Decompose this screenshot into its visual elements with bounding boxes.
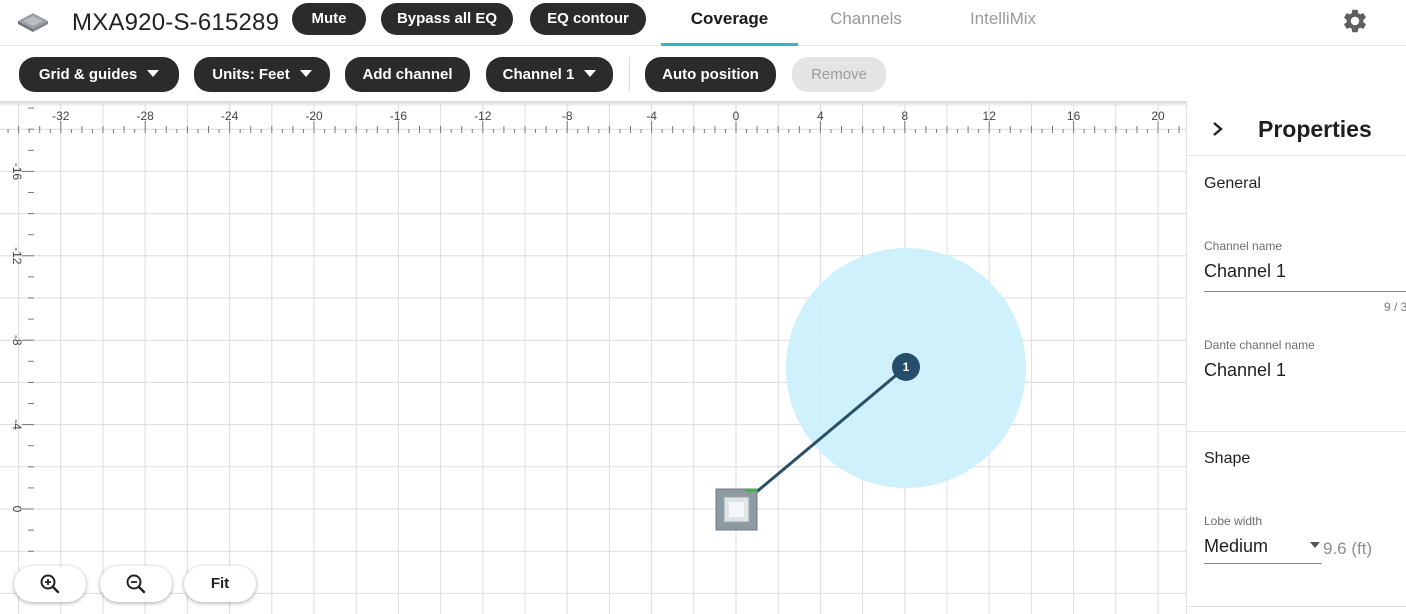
lobe-width-feet: 9.6 (ft) (1323, 539, 1373, 558)
zoom-in-icon (40, 574, 60, 594)
chevron-down-icon (299, 70, 312, 77)
zoom-out-icon (126, 574, 146, 594)
top-bar: MXA920-S-615289 Mute Bypass all EQ EQ co… (0, 0, 1406, 46)
fit-button[interactable]: Fit (184, 566, 256, 602)
x-axis-tick-label: -4 (646, 109, 657, 123)
lobe-width-label: Lobe width (1204, 514, 1263, 528)
grid-guides-dropdown[interactable]: Grid & guides (19, 57, 179, 92)
x-axis-tick-label: 16 (1067, 109, 1081, 123)
x-axis-tick-label: 8 (901, 109, 908, 123)
mute-button[interactable]: Mute (292, 3, 366, 35)
x-axis-tick-label: -32 (52, 109, 70, 123)
lobe-width-select[interactable]: Medium (1204, 536, 1268, 557)
coverage-canvas[interactable]: -32 -28 -24 -20 -16 -12 -8 -4 0 4 8 12 16 20 -16 -12 -8 -… (0, 101, 1186, 614)
dante-channel-name-value: Channel 1 (1204, 360, 1287, 380)
section-divider (1187, 606, 1406, 607)
y-axis-tick-label: -8 (10, 335, 24, 346)
lobe-marker-label: 1 (903, 360, 910, 374)
shape-section-title: Shape (1204, 450, 1251, 467)
channel-name-underline (1204, 291, 1406, 292)
properties-title: Properties (1258, 116, 1372, 142)
x-axis-tick-label: -28 (137, 109, 155, 123)
x-axis-tick-label: -20 (305, 109, 323, 123)
chevron-down-icon[interactable] (1310, 542, 1320, 548)
chevron-right-icon[interactable] (1211, 121, 1225, 137)
channel-name-label: Channel name (1204, 239, 1283, 253)
bypass-all-eq-button[interactable]: Bypass all EQ (381, 3, 513, 35)
dante-channel-name-label: Dante channel name (1204, 338, 1315, 352)
y-axis-tick-label: 0 (10, 506, 24, 513)
y-axis-tick-label: -12 (10, 247, 24, 265)
gear-icon[interactable] (1341, 7, 1369, 35)
x-axis-tick-label: -8 (562, 109, 573, 123)
chevron-down-icon (584, 70, 597, 77)
channel-select-dropdown[interactable]: Channel 1 (486, 57, 613, 92)
channel-name-field[interactable]: Channel 1 (1204, 261, 1286, 282)
zoom-in-button[interactable] (14, 566, 86, 602)
x-axis-tick-label: 20 (1151, 109, 1165, 123)
x-axis-tick-label: 4 (817, 109, 824, 123)
x-axis-tick-label: -16 (390, 109, 408, 123)
tab-coverage[interactable]: Coverage (661, 0, 798, 46)
channel-select-label: Channel 1 (502, 66, 575, 83)
lobe-marker[interactable]: 1 (892, 353, 920, 381)
x-axis-tick-label: 12 (983, 109, 997, 123)
device-logo-icon (18, 13, 48, 32)
units-label: Units: Feet (212, 66, 290, 83)
y-axis-tick-label: -16 (10, 163, 24, 181)
x-axis-tick-label: -12 (474, 109, 492, 123)
toolbar: Grid & guides Units: Feet Add channel Ch… (0, 47, 1406, 101)
x-axis-tick-label: 0 (733, 109, 740, 123)
general-section-title: General (1204, 175, 1261, 192)
char-counter: 9 / 31 (1384, 300, 1406, 314)
chevron-down-icon (147, 70, 160, 77)
device-name: MXA920-S-615289 (72, 9, 280, 36)
microphone-device[interactable] (715, 488, 758, 531)
add-channel-button[interactable]: Add channel (345, 57, 470, 92)
y-axis-tick-label: -4 (10, 419, 24, 430)
x-axis-tick-label: -24 (221, 109, 239, 123)
properties-panel: Properties General Channel name Channel … (1186, 101, 1406, 614)
lobe-width-underline (1204, 563, 1322, 564)
eq-contour-button[interactable]: EQ contour (530, 3, 646, 35)
auto-position-button[interactable]: Auto position (645, 57, 776, 92)
coverage-map[interactable]: -32 -28 -24 -20 -16 -12 -8 -4 0 4 8 12 16 20 -16 -12 -8 -… (0, 101, 1186, 614)
tab-intellimix[interactable]: IntelliMix (944, 0, 1062, 46)
remove-button: Remove (792, 57, 886, 92)
section-divider (1187, 431, 1406, 432)
grid-guides-label: Grid & guides (38, 66, 138, 83)
toolbar-divider (629, 57, 630, 91)
zoom-out-button[interactable] (100, 566, 172, 602)
units-dropdown[interactable]: Units: Feet (194, 57, 330, 92)
tab-channels[interactable]: Channels (810, 0, 922, 46)
properties-header: Properties (1187, 101, 1406, 156)
